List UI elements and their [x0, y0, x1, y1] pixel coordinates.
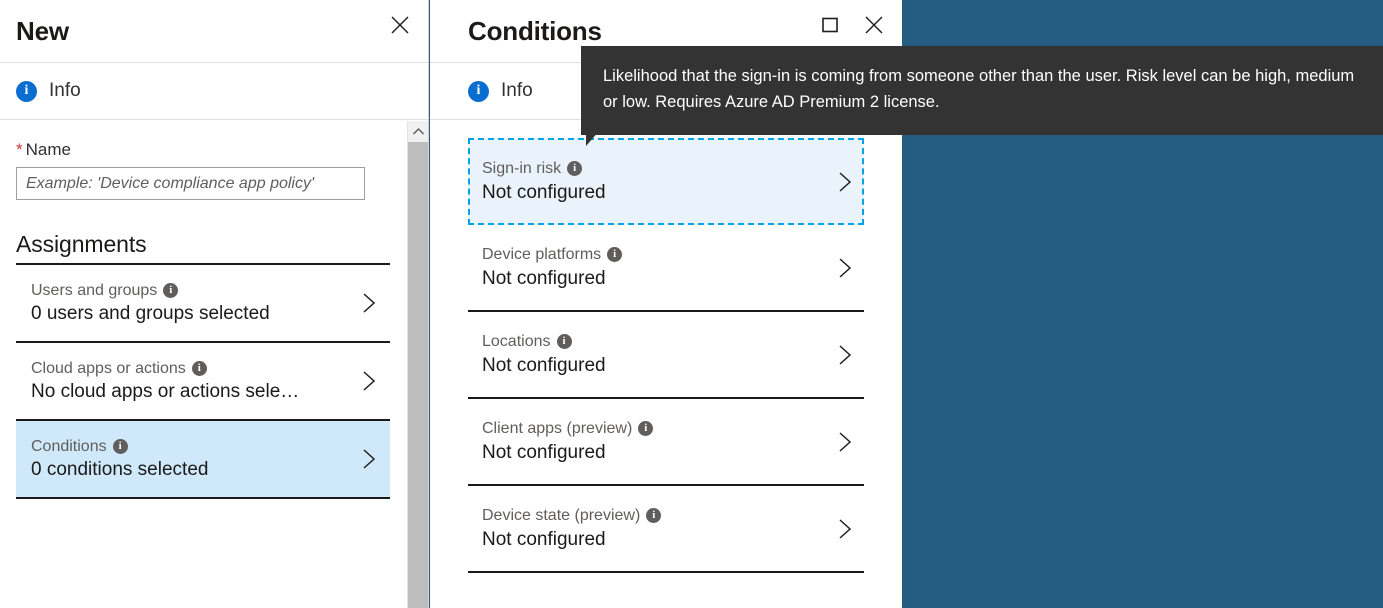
row-value: Not configured — [482, 441, 606, 463]
condition-row-locations[interactable]: Locations i Not configured — [468, 312, 864, 399]
row-label: Sign-in risk i — [482, 160, 606, 178]
row-texts: Users and groups i 0 users and groups se… — [31, 282, 270, 325]
tooltip-pointer — [586, 130, 600, 146]
blade-conditions-header-buttons — [810, 6, 894, 44]
row-label: Conditions i — [31, 438, 208, 456]
row-texts: Client apps (preview) i Not configured — [482, 419, 654, 464]
blade-new-info-bar[interactable]: i Info — [0, 62, 428, 120]
required-marker: * — [16, 140, 23, 159]
info-circle-icon[interactable]: i — [567, 161, 583, 176]
row-label-text: Device state (preview) — [482, 506, 641, 524]
row-label: Client apps (preview) i — [482, 419, 654, 438]
maximize-icon — [822, 17, 838, 33]
assignments-row-users-and-groups[interactable]: Users and groups i 0 users and groups se… — [16, 265, 390, 343]
blade-new-title: New — [16, 15, 69, 46]
chevron-right-icon — [839, 518, 852, 539]
name-input[interactable] — [16, 167, 365, 200]
chevron-right-icon — [839, 344, 852, 365]
blade-new: New i Info *Name Assignments — [0, 0, 429, 608]
row-value: No cloud apps or actions sele… — [31, 380, 300, 402]
row-texts: Device state (preview) i Not configured — [482, 506, 662, 551]
row-label: Cloud apps or actions i — [31, 360, 299, 378]
info-bar-label: Info — [49, 80, 81, 101]
row-value: Not configured — [482, 181, 606, 203]
assignments-heading: Assignments — [16, 231, 147, 257]
chevron-right-icon — [839, 257, 852, 278]
row-texts: Device platforms i Not configured — [482, 245, 623, 290]
info-circle-icon[interactable]: i — [638, 421, 654, 436]
name-label-text: Name — [25, 140, 71, 159]
scrollbar-up-button[interactable] — [408, 121, 428, 142]
tooltip-sign-in-risk: Likelihood that the sign-in is coming fr… — [581, 46, 1383, 136]
blade-new-header: New — [0, 0, 428, 62]
row-value: Not configured — [482, 528, 606, 550]
blade-new-body: *Name Assignments Users and groups i 0 u… — [0, 120, 428, 607]
app-root: New i Info *Name Assignments — [0, 0, 1383, 608]
chevron-up-icon — [412, 128, 424, 135]
info-circle-icon[interactable]: i — [646, 508, 662, 523]
row-value: Not configured — [482, 354, 606, 376]
info-circle-icon: i — [468, 80, 489, 102]
row-label-text: Sign-in risk — [482, 159, 562, 177]
scrollbar-thumb[interactable] — [408, 142, 428, 608]
row-label-text: Cloud apps or actions — [31, 359, 186, 377]
row-texts: Cloud apps or actions i No cloud apps or… — [31, 360, 299, 403]
row-label: Locations i — [482, 333, 606, 351]
row-label: Device platforms i — [482, 245, 623, 264]
row-value: 0 users and groups selected — [31, 302, 270, 324]
row-value: Not configured — [482, 267, 606, 289]
assignments-row-list: Users and groups i 0 users and groups se… — [16, 263, 390, 499]
assignments-row-cloud-apps-or-actions[interactable]: Cloud apps or actions i No cloud apps or… — [16, 343, 390, 421]
vertical-scrollbar[interactable] — [407, 121, 428, 608]
info-bar-label: Info — [501, 80, 533, 101]
condition-row-device-state-preview[interactable]: Device state (preview) i Not configured — [468, 486, 864, 573]
blade-conditions-title: Conditions — [468, 15, 602, 46]
chevron-right-icon — [363, 293, 376, 313]
row-label-text: Device platforms — [482, 245, 602, 263]
close-icon — [391, 16, 409, 34]
row-texts: Conditions i 0 conditions selected — [31, 438, 208, 481]
chevron-right-icon — [839, 171, 852, 192]
info-circle-icon: i — [16, 80, 37, 102]
info-circle-icon[interactable]: i — [556, 334, 572, 349]
close-icon — [865, 16, 883, 34]
chevron-right-icon — [363, 371, 376, 391]
maximize-button[interactable] — [810, 6, 850, 44]
chevron-right-icon — [363, 449, 376, 469]
condition-row-client-apps-preview[interactable]: Client apps (preview) i Not configured — [468, 399, 864, 486]
blade-conditions-body: Sign-in risk i Not configured Device pla… — [430, 120, 902, 573]
condition-row-sign-in-risk[interactable]: Sign-in risk i Not configured — [468, 138, 864, 225]
chevron-right-icon — [839, 431, 852, 452]
info-circle-icon[interactable]: i — [607, 247, 623, 262]
row-label-text: Locations — [482, 332, 551, 350]
blade-new-header-buttons — [380, 6, 420, 44]
assignments-row-conditions[interactable]: Conditions i 0 conditions selected — [16, 421, 390, 499]
info-circle-icon[interactable]: i — [112, 439, 128, 454]
close-button[interactable] — [854, 6, 894, 44]
row-value: 0 conditions selected — [31, 458, 209, 480]
name-field-label: * Name — [16, 140, 390, 160]
row-texts: Sign-in risk i Not configured — [482, 160, 606, 204]
row-texts: Locations i Not configured — [482, 333, 606, 377]
close-button[interactable] — [380, 6, 420, 44]
row-label-text: Conditions — [31, 437, 107, 455]
info-circle-icon[interactable]: i — [191, 361, 207, 376]
row-label: Users and groups i — [31, 282, 270, 300]
condition-row-device-platforms[interactable]: Device platforms i Not configured — [468, 225, 864, 312]
row-label-text: Client apps (preview) — [482, 419, 633, 437]
info-circle-icon[interactable]: i — [163, 283, 179, 298]
row-label-text: Users and groups — [31, 281, 158, 299]
row-label: Device state (preview) i — [482, 506, 662, 525]
